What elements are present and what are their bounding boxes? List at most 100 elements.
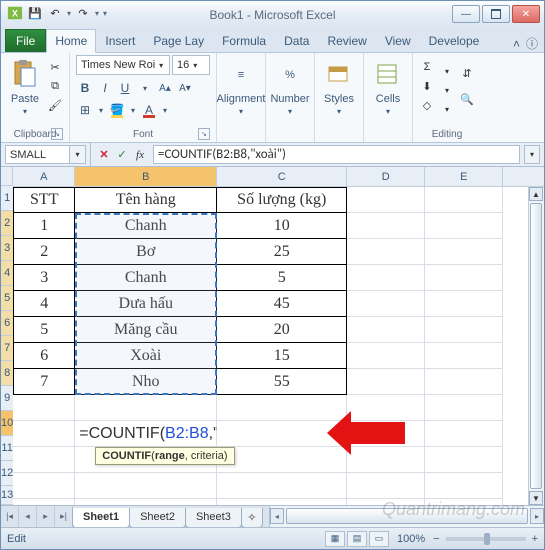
row-header[interactable]: 12 — [1, 461, 13, 486]
cell[interactable] — [13, 447, 75, 473]
cell[interactable] — [13, 421, 75, 447]
cell[interactable] — [425, 317, 503, 343]
scroll-left-icon[interactable]: ◂ — [270, 508, 284, 524]
row-header[interactable]: 13 — [1, 486, 13, 505]
cell[interactable]: Chanh — [75, 265, 217, 291]
formula-bar-expand-icon[interactable]: ▾ — [524, 145, 540, 164]
sheet-tab[interactable]: Sheet2 — [129, 508, 186, 528]
tab-insert[interactable]: Insert — [96, 29, 144, 52]
name-box-dropdown-icon[interactable]: ▾ — [70, 145, 86, 164]
horizontal-scrollbar[interactable]: ◂ ▸ — [269, 506, 544, 527]
help-icon[interactable]: ⓘ — [526, 35, 538, 52]
col-header[interactable]: A — [13, 167, 75, 186]
cell[interactable] — [425, 421, 503, 447]
cell[interactable] — [217, 499, 347, 505]
minimize-button[interactable]: — — [452, 5, 480, 23]
select-all-corner[interactable] — [1, 167, 13, 186]
enter-formula-icon[interactable]: ✓ — [113, 146, 131, 164]
styles-button[interactable]: Styles▾ — [321, 55, 357, 116]
close-button[interactable]: ✕ — [512, 5, 540, 23]
cell[interactable]: 25 — [217, 239, 347, 265]
paste-button[interactable]: Paste ▾ — [7, 55, 43, 116]
cell[interactable]: 20 — [217, 317, 347, 343]
grow-font-icon[interactable]: A▴ — [156, 79, 174, 97]
col-header[interactable]: D — [347, 167, 425, 186]
vertical-scrollbar[interactable]: ▲ ▼ — [528, 187, 544, 505]
row-header[interactable]: 1 — [1, 186, 13, 211]
normal-view-icon[interactable]: ▦ — [325, 531, 345, 547]
page-layout-view-icon[interactable]: ▤ — [347, 531, 367, 547]
fill-icon[interactable]: ⬇ — [419, 78, 435, 94]
cell[interactable] — [75, 395, 217, 421]
cell[interactable] — [347, 369, 425, 395]
underline-button[interactable]: U — [116, 79, 134, 97]
font-color-icon[interactable]: A — [140, 101, 158, 119]
cell[interactable] — [217, 473, 347, 499]
col-header[interactable]: C — [217, 167, 347, 186]
sheet-tab[interactable]: Sheet1 — [72, 508, 130, 528]
row-header[interactable]: 11 — [1, 436, 13, 461]
cell[interactable] — [425, 395, 503, 421]
cell[interactable]: STT — [13, 187, 75, 213]
cell[interactable] — [13, 473, 75, 499]
tab-view[interactable]: View — [376, 29, 420, 52]
cell[interactable]: 1 — [13, 213, 75, 239]
cell[interactable]: Tên hàng — [75, 187, 217, 213]
scroll-right-icon[interactable]: ▸ — [530, 508, 544, 524]
cell[interactable]: 15 — [217, 343, 347, 369]
cell[interactable] — [75, 473, 217, 499]
bold-button[interactable]: B — [76, 79, 94, 97]
cell[interactable] — [425, 499, 503, 505]
undo-icon[interactable]: ↶ — [47, 5, 63, 21]
copy-icon[interactable]: ⧉ — [47, 78, 63, 94]
cell[interactable] — [347, 187, 425, 213]
shrink-font-icon[interactable]: A▾ — [176, 79, 194, 97]
cell[interactable] — [425, 473, 503, 499]
tab-formulas[interactable]: Formula — [213, 29, 275, 52]
zoom-in-icon[interactable]: + — [532, 533, 538, 545]
next-sheet-icon[interactable]: ▸ — [37, 506, 55, 527]
cell[interactable]: 5 — [13, 317, 75, 343]
row-header[interactable]: 9 — [1, 386, 13, 411]
cancel-formula-icon[interactable]: ✕ — [95, 146, 113, 164]
cell[interactable]: 2 — [13, 239, 75, 265]
redo-icon[interactable]: ↷ — [75, 5, 91, 21]
tab-data[interactable]: Data — [275, 29, 318, 52]
fill-color-icon[interactable]: 🪣 — [108, 101, 126, 119]
format-painter-icon[interactable]: 🖌 — [47, 97, 63, 113]
name-box[interactable]: SMALL — [5, 145, 70, 164]
cell[interactable]: Măng cầu — [75, 317, 217, 343]
zoom-level[interactable]: 100% — [397, 533, 425, 545]
cell[interactable]: 6 — [13, 343, 75, 369]
tab-page-layout[interactable]: Page Lay — [144, 29, 213, 52]
cell[interactable] — [347, 213, 425, 239]
cell[interactable]: Dưa hấu — [75, 291, 217, 317]
cut-icon[interactable]: ✂ — [47, 59, 63, 75]
zoom-slider[interactable] — [446, 537, 526, 541]
find-select-icon[interactable]: 🔍 — [459, 91, 475, 107]
cell[interactable]: Bơ — [75, 239, 217, 265]
font-name-combo[interactable]: Times New Roi▾ — [76, 55, 170, 75]
cell[interactable] — [347, 265, 425, 291]
row-header[interactable]: 2 — [1, 211, 13, 236]
cell[interactable] — [347, 343, 425, 369]
scroll-thumb[interactable] — [286, 508, 528, 524]
sheet-tab[interactable]: Sheet3 — [185, 508, 242, 528]
cell[interactable]: Số lượng (kg) — [217, 187, 347, 213]
cell[interactable] — [13, 499, 75, 505]
cell[interactable] — [347, 291, 425, 317]
cell[interactable]: 3 — [13, 265, 75, 291]
cell[interactable] — [425, 213, 503, 239]
ribbon-minimize-icon[interactable]: ˄ — [513, 37, 520, 51]
last-sheet-icon[interactable]: ▸| — [55, 506, 73, 527]
cell[interactable]: 5 — [217, 265, 347, 291]
col-header[interactable]: B — [75, 167, 217, 186]
cell[interactable] — [13, 395, 75, 421]
tab-developer[interactable]: Develope — [420, 29, 489, 52]
cell[interactable]: 10 — [217, 213, 347, 239]
cell[interactable]: 7 — [13, 369, 75, 395]
cell[interactable] — [425, 369, 503, 395]
cell[interactable] — [347, 473, 425, 499]
tab-review[interactable]: Review — [318, 29, 375, 52]
cell[interactable] — [347, 317, 425, 343]
